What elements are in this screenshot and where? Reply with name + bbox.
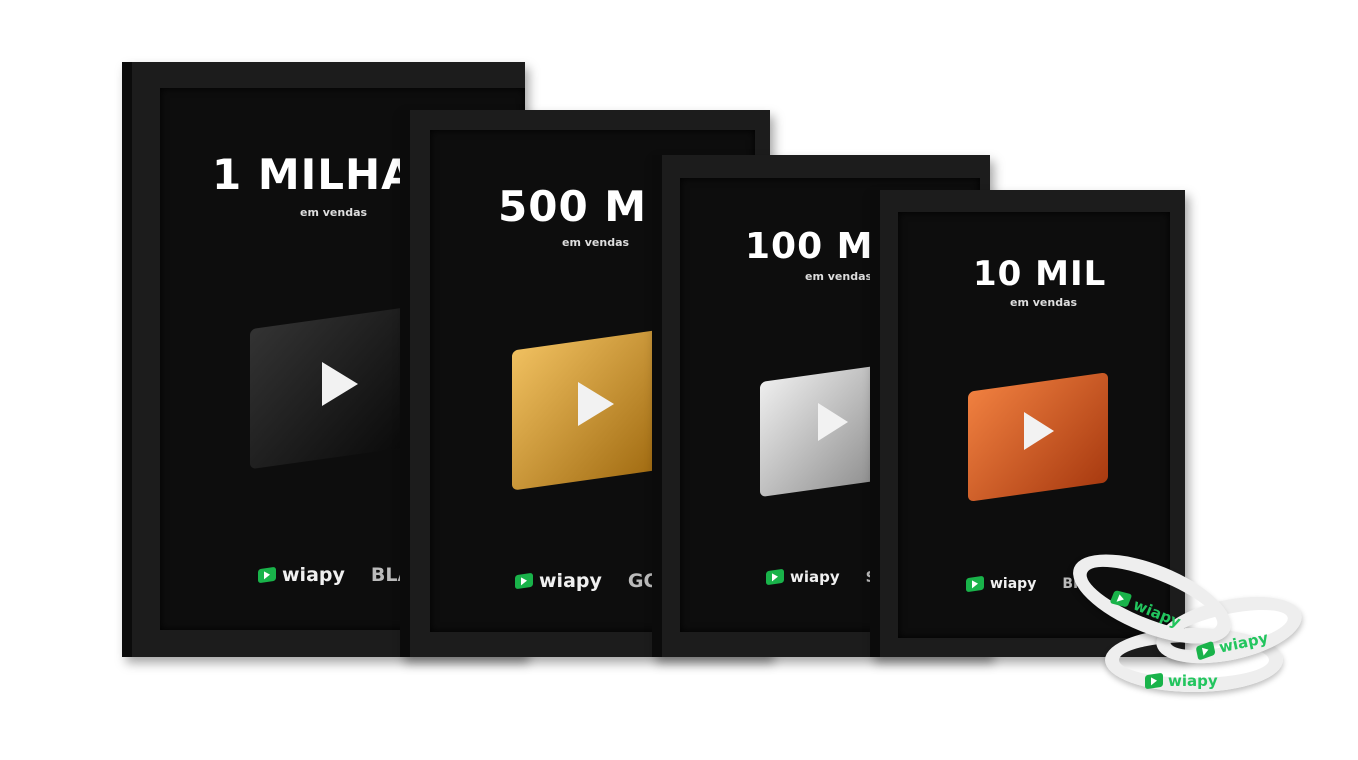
wristband-text: wiapy — [1168, 672, 1218, 690]
brand-logo: wiapy GO — [515, 570, 660, 592]
plaque-title: 100 M — [745, 226, 874, 267]
brand-logo: wiapy BLA — [258, 564, 412, 586]
wiapy-logo-icon — [1145, 672, 1163, 690]
brand-name: wiapy — [790, 568, 840, 586]
plaque-subtitle: em vendas — [1010, 296, 1078, 309]
wristband-label: wiapy — [1145, 672, 1218, 690]
brand-logo: wiapySI — [766, 568, 882, 586]
play-icon — [578, 382, 614, 426]
play-icon — [322, 362, 358, 406]
frame-edge — [122, 62, 132, 657]
frame-edge — [652, 155, 662, 657]
plaque-title: 500 M — [498, 182, 648, 231]
plaque-title: 10 MIL — [973, 254, 1107, 294]
wiapy-logo-icon — [766, 568, 784, 586]
wiapy-logo-icon — [515, 572, 533, 590]
brand-name: wiapy — [282, 564, 345, 586]
brand-name: wiapy — [539, 570, 602, 592]
wiapy-logo-icon — [1195, 640, 1216, 661]
play-icon — [818, 403, 848, 441]
plaque-title: 1 MILHA — [212, 150, 415, 199]
brand-logo: wiapy BR — [966, 575, 1084, 593]
plaque-subtitle: em vendas — [562, 236, 630, 249]
plaque-subtitle: em vendas — [805, 270, 873, 283]
plaque-subtitle: em vendas — [300, 206, 368, 219]
brand-name: wiapy — [990, 576, 1037, 592]
frame-edge — [400, 110, 410, 657]
frame-edge — [870, 190, 880, 657]
wiapy-logo-icon — [1109, 590, 1133, 608]
wiapy-logo-icon — [258, 566, 276, 584]
play-icon — [1024, 412, 1054, 450]
wiapy-logo-icon — [966, 575, 984, 593]
